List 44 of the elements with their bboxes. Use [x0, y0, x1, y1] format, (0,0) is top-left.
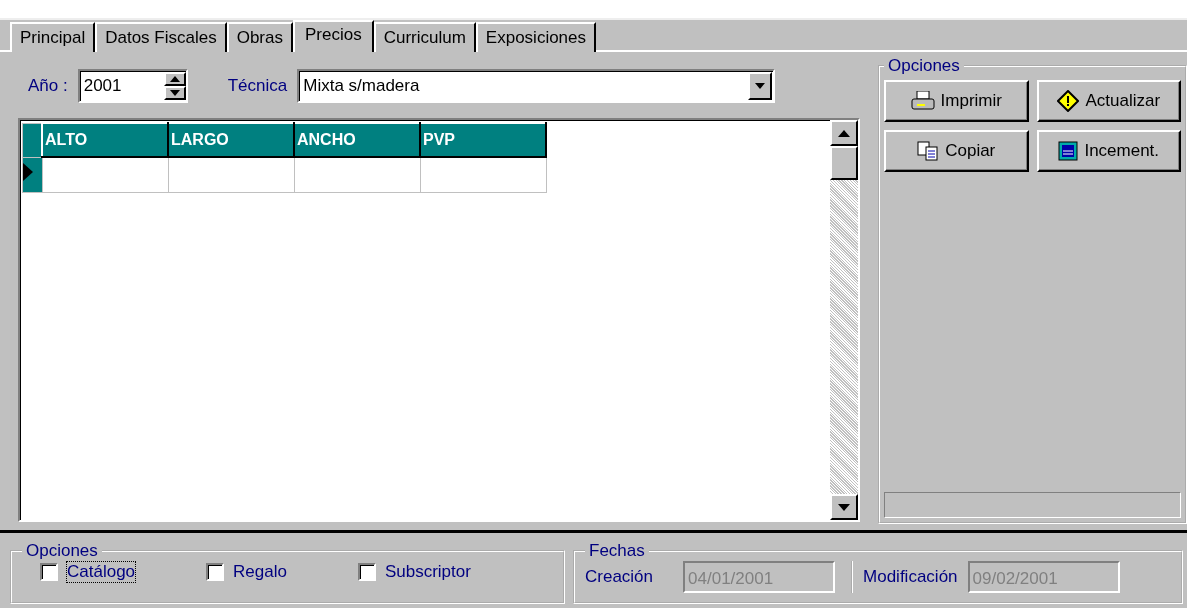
warning-icon	[1057, 90, 1080, 112]
tab[interactable]: Exposiciones	[475, 22, 597, 52]
table-cell[interactable]	[294, 157, 420, 193]
calculator-icon	[1058, 141, 1079, 161]
scroll-up-icon[interactable]	[838, 129, 850, 137]
tab[interactable]: Precios	[293, 20, 374, 52]
checkbox[interactable]	[40, 563, 58, 581]
checkbox[interactable]	[206, 563, 225, 581]
vertical-scrollbar[interactable]	[830, 120, 858, 520]
scroll-down-icon[interactable]	[838, 503, 850, 511]
up-arrow-icon[interactable]	[169, 76, 180, 82]
column-header[interactable]: ALTO	[42, 123, 168, 157]
technique-label: Técnica	[227, 76, 288, 96]
group-title: Fechas	[588, 541, 646, 561]
year-spinner[interactable]: 2001	[77, 69, 188, 103]
action-button[interactable]: Copiar	[884, 130, 1029, 172]
checkbox-label[interactable]: Regalo	[232, 561, 288, 583]
action-button[interactable]: Imprimir	[884, 80, 1029, 122]
printer-icon	[910, 91, 935, 111]
tab[interactable]: Principal	[10, 22, 96, 52]
checkbox-label[interactable]: Catálogo	[66, 561, 137, 583]
copy-icon	[917, 141, 940, 161]
action-button[interactable]: Incement.	[1036, 130, 1181, 172]
year-label: Año :	[28, 76, 68, 96]
column-header[interactable]: LARGO	[168, 123, 294, 157]
date-label: Creación	[585, 567, 654, 587]
checkbox[interactable]	[357, 563, 376, 581]
date-label: Modificación	[863, 567, 958, 587]
table-cell[interactable]	[168, 157, 294, 193]
dropdown-arrow-icon[interactable]	[755, 83, 766, 89]
tab[interactable]: Datos Fiscales	[95, 22, 227, 52]
group-title: Opciones	[887, 56, 961, 76]
down-arrow-icon[interactable]	[169, 90, 180, 96]
group-title: Opciones	[25, 541, 99, 561]
action-button[interactable]: Actualizar	[1036, 80, 1181, 122]
tab[interactable]: Curriculum	[373, 22, 476, 52]
technique-dropdown[interactable]: Mixta s/madera	[297, 69, 776, 103]
column-header[interactable]: ANCHO	[294, 123, 420, 157]
table-cell[interactable]	[42, 157, 168, 193]
tab[interactable]: Obras	[226, 22, 293, 52]
checkbox-label[interactable]: Subscriptor	[383, 561, 472, 583]
scroll-thumb[interactable]	[830, 146, 858, 180]
column-header[interactable]: PVP	[420, 123, 546, 157]
table-cell[interactable]	[420, 157, 546, 193]
